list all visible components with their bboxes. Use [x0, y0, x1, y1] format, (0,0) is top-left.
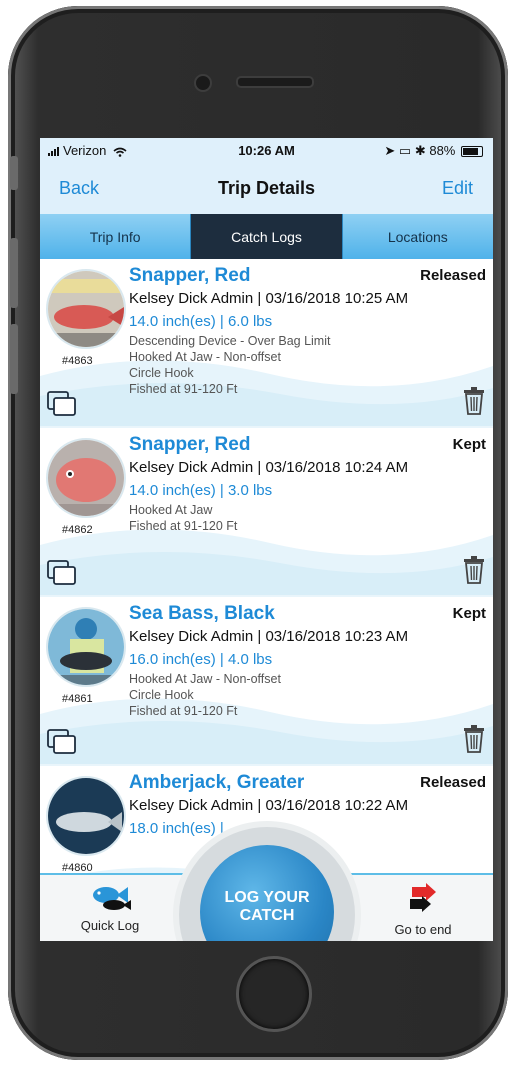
- angler-date: Kelsey Dick Admin | 03/16/2018 10:22 AM: [129, 797, 409, 814]
- tab-locations[interactable]: Locations: [342, 214, 493, 259]
- tab-catch-logs[interactable]: Catch Logs: [191, 214, 343, 259]
- wave-background: [40, 698, 493, 764]
- length-weight: 14.0 inch(es) | 3.0 lbs: [129, 482, 273, 499]
- angler-date: Kelsey Dick Admin | 03/16/2018 10:24 AM: [129, 459, 409, 476]
- detail-line: Hooked At Jaw: [129, 503, 213, 517]
- length-weight: 14.0 inch(es) | 6.0 lbs: [129, 313, 273, 330]
- catch-photo[interactable]: [46, 438, 126, 518]
- fish-icon: [93, 887, 131, 910]
- species-name: Amberjack, Greater: [129, 772, 305, 793]
- app-screen: Verizon 10:26 AM ➤ ▭ ✱ 88% Back Trip Det…: [40, 138, 493, 941]
- status-bar: Verizon 10:26 AM ➤ ▭ ✱ 88%: [40, 138, 493, 162]
- volume-down-button: [10, 324, 18, 394]
- detail-line: Fished at 91-120 Ft: [129, 519, 238, 533]
- catch-log-card[interactable]: #4863 Snapper, Red Released Kelsey Dick …: [40, 259, 493, 428]
- wave-background: [40, 529, 493, 595]
- disposition-label: Released: [420, 774, 486, 791]
- location-arrow-icon: ➤: [384, 143, 396, 158]
- catch-log-card[interactable]: #4861 Sea Bass, Black Kept Kelsey Dick A…: [40, 597, 493, 766]
- page-title: Trip Details: [217, 178, 316, 198]
- catch-photo[interactable]: [46, 607, 126, 687]
- trash-icon[interactable]: [463, 387, 485, 415]
- detail-line: Fished at 91-120 Ft: [129, 704, 238, 718]
- quick-log-label: Quick Log: [80, 918, 140, 933]
- length-weight: 16.0 inch(es) | 4.0 lbs: [129, 651, 273, 668]
- segmented-control: Trip Info Catch Logs Locations: [40, 214, 493, 259]
- quick-log-button[interactable]: Quick Log: [70, 883, 150, 933]
- go-to-end-button[interactable]: Go to end: [383, 883, 463, 937]
- mute-switch: [10, 156, 18, 190]
- catch-photo[interactable]: [46, 776, 126, 856]
- go-to-end-icon: [410, 883, 436, 912]
- disposition-label: Kept: [452, 605, 486, 622]
- angler-date: Kelsey Dick Admin | 03/16/2018 10:25 AM: [129, 290, 409, 307]
- volume-up-button: [10, 238, 18, 308]
- copy-icon[interactable]: [47, 391, 77, 417]
- length-weight: 18.0 inch(es) |: [129, 820, 224, 837]
- battery-percent: 88%: [429, 143, 456, 158]
- bottom-tab-bar: Quick Log LOG YOUR CATCH Go to end: [40, 827, 493, 941]
- disposition-label: Released: [420, 267, 486, 284]
- species-name: Snapper, Red: [129, 265, 251, 286]
- edit-button[interactable]: Edit: [442, 178, 473, 199]
- disposition-label: Kept: [452, 436, 486, 453]
- catch-photo[interactable]: [46, 269, 126, 349]
- detail-line: Descending Device - Over Bag Limit: [129, 334, 331, 348]
- detail-line: Hooked At Jaw - Non-offset: [129, 672, 281, 686]
- screen-mirror-icon: ▭: [398, 143, 412, 158]
- species-name: Snapper, Red: [129, 434, 251, 455]
- go-to-end-label: Go to end: [394, 922, 452, 937]
- trash-icon[interactable]: [463, 725, 485, 753]
- detail-line: Fished at 91-120 Ft: [129, 382, 238, 396]
- detail-line: Circle Hook: [129, 688, 194, 702]
- front-camera: [194, 74, 212, 92]
- angler-date: Kelsey Dick Admin | 03/16/2018 10:23 AM: [129, 628, 409, 645]
- bluetooth-icon: ✱: [414, 143, 426, 158]
- detail-line: Circle Hook: [129, 366, 194, 380]
- log-catch-label-line1: LOG YOUR: [224, 889, 310, 906]
- log-number: #4860: [62, 862, 93, 873]
- tab-trip-info[interactable]: Trip Info: [40, 214, 192, 259]
- species-name: Sea Bass, Black: [129, 603, 275, 624]
- log-number: #4861: [62, 693, 93, 705]
- battery-icon: [461, 146, 483, 158]
- catch-log-list[interactable]: #4863 Snapper, Red Released Kelsey Dick …: [40, 259, 493, 873]
- detail-line: Hooked At Jaw - Non-offset: [129, 350, 281, 364]
- copy-icon[interactable]: [47, 560, 77, 586]
- catch-log-card[interactable]: #4862 Snapper, Red Kept Kelsey Dick Admi…: [40, 428, 493, 597]
- navigation-bar: Back Trip Details Edit: [40, 162, 493, 214]
- trash-icon[interactable]: [463, 556, 485, 584]
- log-number: #4862: [62, 524, 93, 536]
- log-number: #4863: [62, 355, 93, 367]
- earpiece-speaker: [236, 76, 314, 88]
- status-right: ➤ ▭ ✱ 88%: [384, 143, 483, 159]
- home-button[interactable]: [236, 956, 312, 1032]
- log-catch-label-line2: CATCH: [239, 907, 295, 924]
- copy-icon[interactable]: [47, 729, 77, 755]
